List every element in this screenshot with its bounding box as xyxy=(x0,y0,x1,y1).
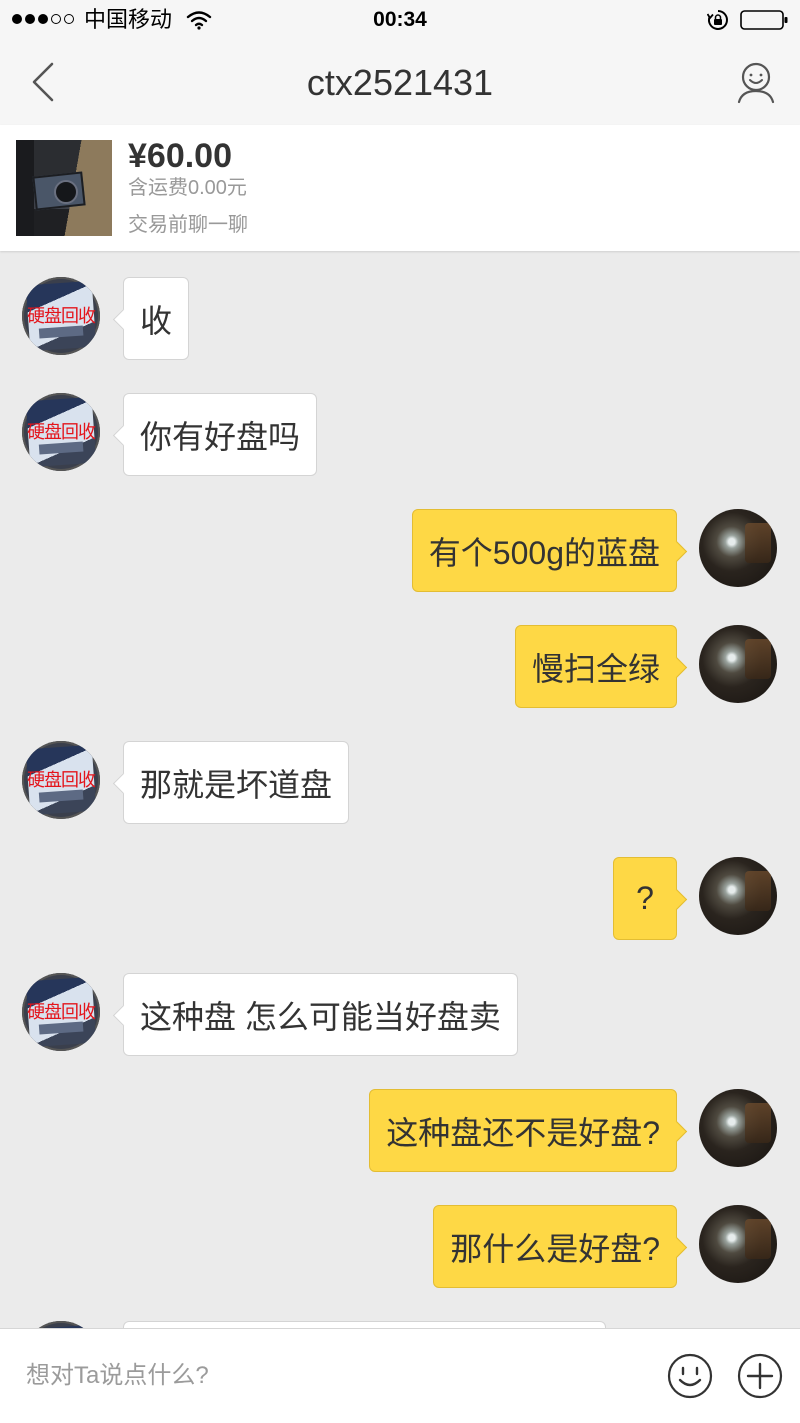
contact-avatar[interactable]: 硬盘回收 xyxy=(22,1321,100,1328)
chevron-left-icon[interactable] xyxy=(28,60,62,104)
smile-icon[interactable] xyxy=(666,1352,714,1400)
avatar-label: 硬盘回收 xyxy=(27,1002,96,1022)
shipping-note: 含运费0.00元 xyxy=(128,177,247,199)
product-thumbnail[interactable] xyxy=(16,140,112,236)
contact-avatar[interactable]: 硬盘回收 xyxy=(22,393,100,471)
contact-message: 硬盘回收 这种盘 怎么可能当好盘卖 xyxy=(0,973,800,1056)
message-bubble[interactable]: 那就是坏道盘 xyxy=(123,741,350,824)
message-bubble[interactable]: 那什么是好盘? xyxy=(433,1205,677,1288)
my-message: 那什么是好盘? xyxy=(0,1205,800,1288)
my-avatar[interactable] xyxy=(699,509,777,587)
my-avatar[interactable] xyxy=(699,1089,777,1167)
contact-avatar[interactable]: 硬盘回收 xyxy=(22,277,100,355)
message-bubble[interactable]: 这种盘 怎么可能当好盘卖 xyxy=(123,973,518,1056)
avatar-label: 硬盘回收 xyxy=(27,422,96,442)
avatar-label: 硬盘回收 xyxy=(27,770,96,790)
page-title: ctx2521431 xyxy=(306,62,494,103)
avatar-label: 硬盘回收 xyxy=(27,306,96,326)
product-card[interactable]: ¥60.00 含运费0.00元 交易前聊一聊 xyxy=(0,125,800,251)
my-avatar[interactable] xyxy=(699,857,777,935)
contact-message: 硬盘回收 你有好盘吗 xyxy=(0,393,800,476)
message-input[interactable] xyxy=(26,1329,636,1423)
contact-message: 硬盘回收 收 xyxy=(0,277,800,360)
my-message: 有个500g的蓝盘 xyxy=(0,509,800,592)
thumbnail-shade xyxy=(16,140,34,236)
user-smile-icon[interactable] xyxy=(734,60,778,104)
message-bubble[interactable]: 慢扫全绿 xyxy=(514,625,677,708)
message-bubble[interactable]: 你有好盘吗 xyxy=(123,393,318,476)
my-message: ? xyxy=(0,857,800,940)
message-bubble[interactable]: ? xyxy=(613,857,677,940)
clock: 00:34 xyxy=(373,8,427,31)
contact-message: 硬盘回收 那就是坏道盘 xyxy=(0,741,800,824)
thumbnail-fan xyxy=(54,180,78,204)
message-bubble[interactable]: 有个500g的蓝盘 xyxy=(411,509,677,592)
my-message: 慢扫全绿 xyxy=(0,625,800,708)
message-bubble[interactable]: 收 xyxy=(123,277,190,360)
battery-icon xyxy=(740,10,788,30)
status-bar: 中国移动 00:34 xyxy=(0,0,800,40)
rotation-lock-icon xyxy=(707,10,728,30)
contact-message-partial: 硬盘回收 xyxy=(0,1321,800,1328)
message-list: 硬盘回收收硬盘回收 你有好盘吗 有个500g的蓝盘 慢扫全绿 硬盘回收 那就是坏道盘? 硬盘… xyxy=(0,277,800,1288)
my-message: 这种盘还不是好盘? xyxy=(0,1089,800,1172)
avatar-label: 硬盘回收 xyxy=(22,1321,100,1328)
my-avatar[interactable] xyxy=(699,1205,777,1283)
chat-hint: 交易前聊一聊 xyxy=(128,214,248,236)
contact-avatar[interactable]: 硬盘回收 xyxy=(22,741,100,819)
message-bubble[interactable]: 这种盘还不是好盘? xyxy=(369,1089,677,1172)
contact-avatar[interactable]: 硬盘回收 xyxy=(22,973,100,1051)
product-price: ¥60.00 xyxy=(128,137,232,175)
plus-circle-icon[interactable] xyxy=(736,1352,784,1400)
chat-area[interactable]: 硬盘回收收硬盘回收 你有好盘吗 有个500g的蓝盘 慢扫全绿 硬盘回收 那就是坏道盘? 硬盘… xyxy=(0,251,800,1328)
message-bubble[interactable] xyxy=(123,1321,606,1328)
input-bar xyxy=(0,1328,800,1423)
nav-bar: ctx2521431 xyxy=(0,40,800,125)
my-avatar[interactable] xyxy=(699,625,777,703)
